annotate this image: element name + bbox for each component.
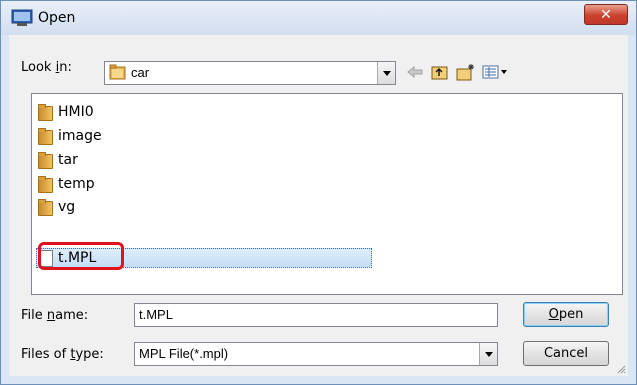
folder-icon [38,152,53,169]
file-name-value: t.MPL [139,307,173,322]
file-list[interactable]: HMI0 image tar temp vg t.MPL [31,93,623,295]
file-name-label: File name: [21,308,89,323]
back-button[interactable] [405,62,425,82]
cancel-button-label: Cancel [543,346,589,361]
folder-icon [38,128,53,145]
highlight-annotation-box [38,242,124,270]
list-item-label: tar [58,152,78,168]
file-type-dropdown[interactable]: MPL File(*.mpl) [134,342,498,366]
file-type-dropdown-button[interactable] [479,343,497,365]
back-icon [407,66,423,78]
chevron-down-icon [484,351,493,357]
open-dialog: Open ✕ Look in: car HMI0 image tar temp … [0,0,637,385]
file-type-label: Files of type: [21,347,104,362]
new-folder-icon [456,64,474,81]
close-button[interactable]: ✕ [584,4,628,25]
folder-icon [109,64,126,80]
look-in-label: Look in: [21,60,72,75]
file-type-value: MPL File(*.mpl) [139,346,229,361]
folder-icon [38,199,53,216]
up-folder-button[interactable] [429,62,451,82]
chevron-down-icon [382,70,391,76]
list-item-folder[interactable]: temp [38,174,95,194]
title-bar: Open ✕ [1,1,636,35]
list-item-folder[interactable]: image [38,126,102,146]
dialog-body: Look in: car HMI0 image tar temp vg t.MP… [9,35,628,376]
look-in-dropdown-button[interactable] [377,62,395,84]
file-name-input[interactable]: t.MPL [134,303,498,327]
resize-grip-icon[interactable] [616,364,626,374]
list-item-label: HMI0 [58,104,94,120]
open-button[interactable]: Open [523,302,609,327]
app-icon [11,9,33,26]
view-menu-button[interactable] [481,62,511,82]
list-item-label: temp [58,176,95,192]
list-item-folder[interactable]: HMI0 [38,102,94,122]
look-in-value: car [131,65,150,80]
list-item-label: image [58,128,102,144]
folder-icon [38,104,53,121]
cancel-button[interactable]: Cancel [523,341,609,366]
open-button-label: Open [548,307,584,322]
view-menu-icon [482,65,507,79]
list-item-folder[interactable]: vg [38,198,75,216]
list-item-label: vg [58,199,76,215]
up-folder-icon [431,66,448,80]
close-icon: ✕ [600,6,612,23]
new-folder-button[interactable] [455,62,477,82]
list-item-folder[interactable]: tar [38,150,78,170]
folder-icon [38,176,53,193]
window-title: Open [38,10,76,26]
look-in-dropdown[interactable]: car [104,61,396,85]
